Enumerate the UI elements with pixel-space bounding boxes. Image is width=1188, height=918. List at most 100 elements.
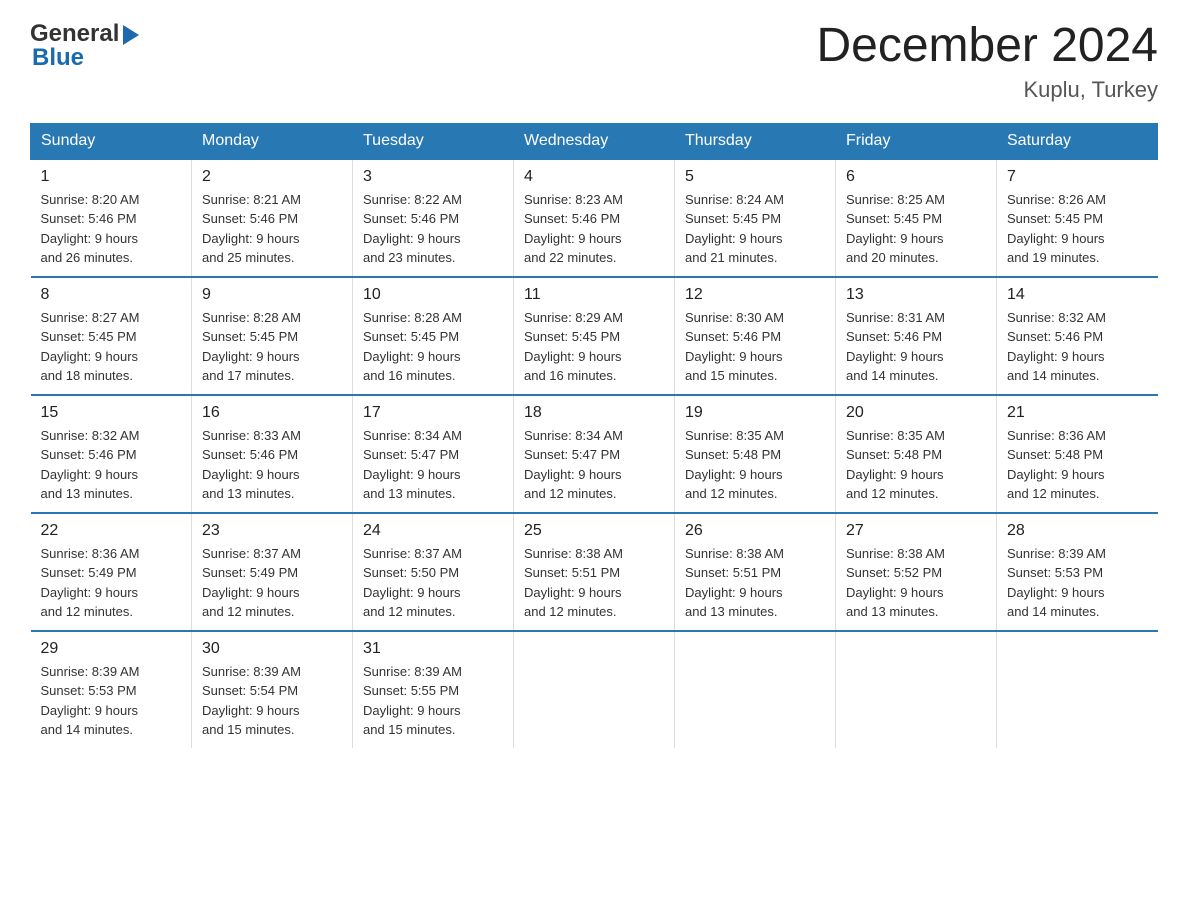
day-info: Sunrise: 8:21 AM Sunset: 5:46 PM Dayligh…: [202, 190, 342, 268]
col-thursday: Thursday: [675, 123, 836, 159]
day-number: 28: [1007, 522, 1148, 540]
calendar-week-4: 22 Sunrise: 8:36 AM Sunset: 5:49 PM Dayl…: [31, 513, 1158, 631]
day-number: 11: [524, 286, 664, 304]
day-info: Sunrise: 8:36 AM Sunset: 5:49 PM Dayligh…: [41, 544, 182, 622]
day-number: 26: [685, 522, 825, 540]
title-block: December 2024 Kuplu, Turkey: [816, 20, 1158, 103]
day-info: Sunrise: 8:36 AM Sunset: 5:48 PM Dayligh…: [1007, 426, 1148, 504]
day-info: Sunrise: 8:34 AM Sunset: 5:47 PM Dayligh…: [363, 426, 503, 504]
calendar-cell: [675, 631, 836, 748]
day-info: Sunrise: 8:39 AM Sunset: 5:53 PM Dayligh…: [41, 662, 182, 740]
day-number: 4: [524, 168, 664, 186]
day-info: Sunrise: 8:35 AM Sunset: 5:48 PM Dayligh…: [846, 426, 986, 504]
calendar-cell: 17 Sunrise: 8:34 AM Sunset: 5:47 PM Dayl…: [353, 395, 514, 513]
day-info: Sunrise: 8:39 AM Sunset: 5:54 PM Dayligh…: [202, 662, 342, 740]
calendar-cell: 5 Sunrise: 8:24 AM Sunset: 5:45 PM Dayli…: [675, 159, 836, 277]
page-header: G eneral Blue December 2024 Kuplu, Turke…: [30, 20, 1158, 103]
calendar-cell: 24 Sunrise: 8:37 AM Sunset: 5:50 PM Dayl…: [353, 513, 514, 631]
location-title: Kuplu, Turkey: [816, 77, 1158, 103]
day-info: Sunrise: 8:31 AM Sunset: 5:46 PM Dayligh…: [846, 308, 986, 386]
day-info: Sunrise: 8:26 AM Sunset: 5:45 PM Dayligh…: [1007, 190, 1148, 268]
calendar-table: Sunday Monday Tuesday Wednesday Thursday…: [30, 123, 1158, 748]
day-info: Sunrise: 8:38 AM Sunset: 5:51 PM Dayligh…: [524, 544, 664, 622]
calendar-cell: 25 Sunrise: 8:38 AM Sunset: 5:51 PM Dayl…: [514, 513, 675, 631]
calendar-cell: 20 Sunrise: 8:35 AM Sunset: 5:48 PM Dayl…: [836, 395, 997, 513]
day-info: Sunrise: 8:20 AM Sunset: 5:46 PM Dayligh…: [41, 190, 182, 268]
day-info: Sunrise: 8:32 AM Sunset: 5:46 PM Dayligh…: [41, 426, 182, 504]
day-info: Sunrise: 8:23 AM Sunset: 5:46 PM Dayligh…: [524, 190, 664, 268]
logo: G eneral Blue: [30, 20, 141, 72]
day-info: Sunrise: 8:34 AM Sunset: 5:47 PM Dayligh…: [524, 426, 664, 504]
calendar-cell: 4 Sunrise: 8:23 AM Sunset: 5:46 PM Dayli…: [514, 159, 675, 277]
calendar-cell: 6 Sunrise: 8:25 AM Sunset: 5:45 PM Dayli…: [836, 159, 997, 277]
col-friday: Friday: [836, 123, 997, 159]
calendar-header-row: Sunday Monday Tuesday Wednesday Thursday…: [31, 123, 1158, 159]
calendar-week-5: 29 Sunrise: 8:39 AM Sunset: 5:53 PM Dayl…: [31, 631, 1158, 748]
calendar-cell: 23 Sunrise: 8:37 AM Sunset: 5:49 PM Dayl…: [192, 513, 353, 631]
calendar-cell: 21 Sunrise: 8:36 AM Sunset: 5:48 PM Dayl…: [997, 395, 1158, 513]
day-number: 8: [41, 286, 182, 304]
day-number: 2: [202, 168, 342, 186]
day-info: Sunrise: 8:35 AM Sunset: 5:48 PM Dayligh…: [685, 426, 825, 504]
day-number: 9: [202, 286, 342, 304]
calendar-cell: 2 Sunrise: 8:21 AM Sunset: 5:46 PM Dayli…: [192, 159, 353, 277]
day-number: 30: [202, 640, 342, 658]
day-info: Sunrise: 8:24 AM Sunset: 5:45 PM Dayligh…: [685, 190, 825, 268]
calendar-week-2: 8 Sunrise: 8:27 AM Sunset: 5:45 PM Dayli…: [31, 277, 1158, 395]
day-number: 13: [846, 286, 986, 304]
day-number: 27: [846, 522, 986, 540]
calendar-cell: 31 Sunrise: 8:39 AM Sunset: 5:55 PM Dayl…: [353, 631, 514, 748]
day-number: 3: [363, 168, 503, 186]
day-number: 17: [363, 404, 503, 422]
calendar-cell: [836, 631, 997, 748]
col-saturday: Saturday: [997, 123, 1158, 159]
day-number: 16: [202, 404, 342, 422]
day-info: Sunrise: 8:22 AM Sunset: 5:46 PM Dayligh…: [363, 190, 503, 268]
calendar-cell: [514, 631, 675, 748]
day-info: Sunrise: 8:30 AM Sunset: 5:46 PM Dayligh…: [685, 308, 825, 386]
day-number: 20: [846, 404, 986, 422]
calendar-cell: 16 Sunrise: 8:33 AM Sunset: 5:46 PM Dayl…: [192, 395, 353, 513]
logo-triangle-icon: [121, 25, 141, 45]
calendar-cell: 28 Sunrise: 8:39 AM Sunset: 5:53 PM Dayl…: [997, 513, 1158, 631]
col-sunday: Sunday: [31, 123, 192, 159]
calendar-cell: 11 Sunrise: 8:29 AM Sunset: 5:45 PM Dayl…: [514, 277, 675, 395]
calendar-week-3: 15 Sunrise: 8:32 AM Sunset: 5:46 PM Dayl…: [31, 395, 1158, 513]
calendar-cell: 19 Sunrise: 8:35 AM Sunset: 5:48 PM Dayl…: [675, 395, 836, 513]
day-number: 21: [1007, 404, 1148, 422]
calendar-cell: 7 Sunrise: 8:26 AM Sunset: 5:45 PM Dayli…: [997, 159, 1158, 277]
calendar-cell: [997, 631, 1158, 748]
day-info: Sunrise: 8:37 AM Sunset: 5:50 PM Dayligh…: [363, 544, 503, 622]
day-number: 24: [363, 522, 503, 540]
day-number: 14: [1007, 286, 1148, 304]
col-monday: Monday: [192, 123, 353, 159]
day-info: Sunrise: 8:29 AM Sunset: 5:45 PM Dayligh…: [524, 308, 664, 386]
calendar-cell: 29 Sunrise: 8:39 AM Sunset: 5:53 PM Dayl…: [31, 631, 192, 748]
day-number: 7: [1007, 168, 1148, 186]
day-info: Sunrise: 8:25 AM Sunset: 5:45 PM Dayligh…: [846, 190, 986, 268]
calendar-cell: 1 Sunrise: 8:20 AM Sunset: 5:46 PM Dayli…: [31, 159, 192, 277]
calendar-cell: 9 Sunrise: 8:28 AM Sunset: 5:45 PM Dayli…: [192, 277, 353, 395]
day-number: 29: [41, 640, 182, 658]
col-wednesday: Wednesday: [514, 123, 675, 159]
col-tuesday: Tuesday: [353, 123, 514, 159]
calendar-cell: 26 Sunrise: 8:38 AM Sunset: 5:51 PM Dayl…: [675, 513, 836, 631]
day-info: Sunrise: 8:39 AM Sunset: 5:55 PM Dayligh…: [363, 662, 503, 740]
day-number: 23: [202, 522, 342, 540]
calendar-week-1: 1 Sunrise: 8:20 AM Sunset: 5:46 PM Dayli…: [31, 159, 1158, 277]
calendar-cell: 8 Sunrise: 8:27 AM Sunset: 5:45 PM Dayli…: [31, 277, 192, 395]
calendar-cell: 14 Sunrise: 8:32 AM Sunset: 5:46 PM Dayl…: [997, 277, 1158, 395]
day-number: 6: [846, 168, 986, 186]
day-number: 22: [41, 522, 182, 540]
calendar-cell: 3 Sunrise: 8:22 AM Sunset: 5:46 PM Dayli…: [353, 159, 514, 277]
day-info: Sunrise: 8:38 AM Sunset: 5:52 PM Dayligh…: [846, 544, 986, 622]
day-number: 18: [524, 404, 664, 422]
calendar-cell: 13 Sunrise: 8:31 AM Sunset: 5:46 PM Dayl…: [836, 277, 997, 395]
calendar-cell: 10 Sunrise: 8:28 AM Sunset: 5:45 PM Dayl…: [353, 277, 514, 395]
day-info: Sunrise: 8:39 AM Sunset: 5:53 PM Dayligh…: [1007, 544, 1148, 622]
day-info: Sunrise: 8:27 AM Sunset: 5:45 PM Dayligh…: [41, 308, 182, 386]
calendar-cell: 27 Sunrise: 8:38 AM Sunset: 5:52 PM Dayl…: [836, 513, 997, 631]
day-number: 1: [41, 168, 182, 186]
day-number: 15: [41, 404, 182, 422]
day-number: 10: [363, 286, 503, 304]
